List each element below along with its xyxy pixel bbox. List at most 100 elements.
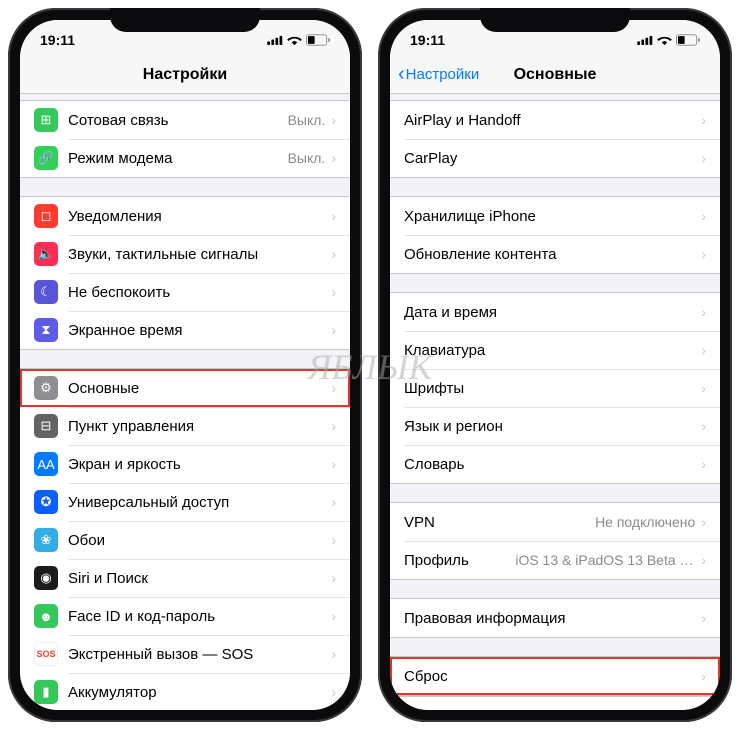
notifications-icon: ◻ bbox=[34, 204, 58, 228]
chevron-right-icon: › bbox=[331, 418, 336, 434]
list-item[interactable]: AirPlay и Handoff› bbox=[390, 101, 720, 139]
list-item-label: Словарь bbox=[404, 456, 701, 473]
list-item-value: Не подключено bbox=[595, 514, 695, 530]
settings-group: Хранилище iPhone›Обновление контента› bbox=[390, 196, 720, 274]
wifi-icon bbox=[287, 35, 302, 46]
settings-group: Правовая информация› bbox=[390, 598, 720, 638]
shutdown-label: Выключить bbox=[404, 708, 706, 710]
list-item[interactable]: ⧗ Экранное время› bbox=[20, 311, 350, 349]
list-item-label: Клавиатура bbox=[404, 342, 701, 359]
list-item[interactable]: Сброс› bbox=[390, 657, 720, 695]
chevron-right-icon: › bbox=[331, 112, 336, 128]
dnd-icon: ☾ bbox=[34, 280, 58, 304]
chevron-right-icon: › bbox=[331, 532, 336, 548]
list-item[interactable]: ◉Siri и Поиск› bbox=[20, 559, 350, 597]
list-item-label: Обновление контента bbox=[404, 246, 701, 263]
nav-bar: Настройки bbox=[20, 56, 350, 94]
list-item[interactable]: VPNНе подключено› bbox=[390, 503, 720, 541]
list-item-label: Режим модема bbox=[68, 150, 288, 167]
wifi-icon bbox=[657, 35, 672, 46]
chevron-right-icon: › bbox=[331, 494, 336, 510]
list-item[interactable]: Язык и регион› bbox=[390, 407, 720, 445]
list-item-label: Хранилище iPhone bbox=[404, 208, 701, 225]
list-item[interactable]: CarPlay› bbox=[390, 139, 720, 177]
display-icon: AA bbox=[34, 452, 58, 476]
list-item-label: Основные bbox=[68, 380, 331, 397]
list-item-label: Сброс bbox=[404, 668, 701, 685]
list-item[interactable]: ☾Не беспокоить› bbox=[20, 273, 350, 311]
chevron-right-icon: › bbox=[331, 284, 336, 300]
wallpaper-icon: ❀ bbox=[34, 528, 58, 552]
list-item[interactable]: ⊞Сотовая связьВыкл.› bbox=[20, 101, 350, 139]
list-item-label: Сотовая связь bbox=[68, 112, 288, 129]
general-icon: ⚙ bbox=[34, 376, 58, 400]
list-item[interactable]: Обновление контента› bbox=[390, 235, 720, 273]
list-item[interactable]: AAЭкран и яркость› bbox=[20, 445, 350, 483]
list-item-label: Face ID и код-пароль bbox=[68, 608, 331, 625]
notch bbox=[480, 8, 630, 32]
list-item-value: Выкл. bbox=[288, 150, 326, 166]
chevron-left-icon: ‹ bbox=[398, 63, 405, 86]
hotspot-icon: 🔗 bbox=[34, 146, 58, 170]
list-item[interactable]: ✪Универсальный доступ› bbox=[20, 483, 350, 521]
settings-group: ⚙Основные›⊟Пункт управления›AAЭкран и яр… bbox=[20, 368, 350, 710]
chevron-right-icon: › bbox=[701, 150, 706, 166]
list-item[interactable]: ☻Face ID и код-пароль› bbox=[20, 597, 350, 635]
list-item[interactable]: Дата и время› bbox=[390, 293, 720, 331]
chevron-right-icon: › bbox=[331, 684, 336, 700]
list-item-label: Siri и Поиск bbox=[68, 570, 331, 587]
back-button[interactable]: ‹ Настройки bbox=[398, 63, 479, 86]
chevron-right-icon: › bbox=[331, 380, 336, 396]
list-item[interactable]: ▮Аккумулятор› bbox=[20, 673, 350, 710]
back-label: Настройки bbox=[406, 66, 480, 83]
status-time: 19:11 bbox=[410, 32, 445, 48]
battery-icon bbox=[676, 34, 700, 46]
battery-icon bbox=[306, 34, 330, 46]
chevron-right-icon: › bbox=[701, 668, 706, 684]
chevron-right-icon: › bbox=[331, 246, 336, 262]
list-item[interactable]: ⚙ Основные› bbox=[20, 369, 350, 407]
list-item-label: Пункт управления bbox=[68, 418, 331, 435]
faceid-icon: ☻ bbox=[34, 604, 58, 628]
screentime-icon: ⧗ bbox=[34, 318, 58, 342]
chevron-right-icon: › bbox=[701, 208, 706, 224]
list-item[interactable]: ◻Уведомления› bbox=[20, 197, 350, 235]
list-item-label: Звуки, тактильные сигналы bbox=[68, 246, 331, 263]
list-item-label: Экранное время bbox=[68, 322, 331, 339]
list-item[interactable]: Хранилище iPhone› bbox=[390, 197, 720, 235]
accessibility-icon: ✪ bbox=[34, 490, 58, 514]
list-item[interactable]: 🔗Режим модемаВыкл.› bbox=[20, 139, 350, 177]
list-item-label: Язык и регион bbox=[404, 418, 701, 435]
sounds-icon: 🔈 bbox=[34, 242, 58, 266]
chevron-right-icon: › bbox=[701, 418, 706, 434]
list-item-value: Выкл. bbox=[288, 112, 326, 128]
list-item-label: Шрифты bbox=[404, 380, 701, 397]
settings-group: AirPlay и Handoff›CarPlay› bbox=[390, 100, 720, 178]
list-item[interactable]: ⊟Пункт управления› bbox=[20, 407, 350, 445]
chevron-right-icon: › bbox=[701, 514, 706, 530]
list-item[interactable]: SOSЭкстренный вызов — SOS› bbox=[20, 635, 350, 673]
list-item-label: CarPlay bbox=[404, 150, 701, 167]
list-item[interactable]: Правовая информация› bbox=[390, 599, 720, 637]
general-list[interactable]: AirPlay и Handoff›CarPlay›Хранилище iPho… bbox=[390, 94, 720, 710]
list-item[interactable]: Клавиатура› bbox=[390, 331, 720, 369]
chevron-right-icon: › bbox=[701, 342, 706, 358]
settings-group: ⊞Сотовая связьВыкл.›🔗Режим модемаВыкл.› bbox=[20, 100, 350, 178]
settings-group: Сброс› bbox=[390, 656, 720, 696]
shutdown-button[interactable]: Выключить bbox=[390, 696, 720, 710]
settings-group: ◻Уведомления›🔈Звуки, тактильные сигналы›… bbox=[20, 196, 350, 350]
signal-icon bbox=[637, 35, 653, 45]
list-item[interactable]: ❀Обои› bbox=[20, 521, 350, 559]
list-item[interactable]: Шрифты› bbox=[390, 369, 720, 407]
chevron-right-icon: › bbox=[331, 646, 336, 662]
list-item[interactable]: ПрофильiOS 13 & iPadOS 13 Beta Software.… bbox=[390, 541, 720, 579]
chevron-right-icon: › bbox=[701, 246, 706, 262]
list-item-label: Профиль bbox=[404, 552, 515, 569]
settings-list[interactable]: ⊞Сотовая связьВыкл.›🔗Режим модемаВыкл.›◻… bbox=[20, 94, 350, 710]
list-item[interactable]: 🔈 Звуки, тактильные сигналы› bbox=[20, 235, 350, 273]
list-item[interactable]: Словарь› bbox=[390, 445, 720, 483]
page-title: Настройки bbox=[143, 66, 227, 84]
chevron-right-icon: › bbox=[701, 610, 706, 626]
phone-right: 19:11 ‹ Настройки Основные AirPlay и Han… bbox=[378, 8, 732, 722]
chevron-right-icon: › bbox=[331, 322, 336, 338]
